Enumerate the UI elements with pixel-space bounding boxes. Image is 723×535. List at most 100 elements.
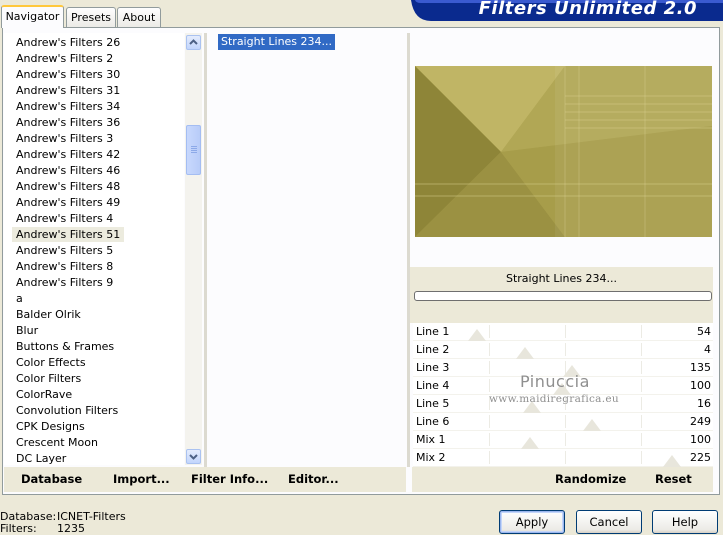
slider-tick bbox=[565, 343, 566, 356]
slider-tick bbox=[641, 379, 642, 392]
parameter-value: 16 bbox=[697, 397, 711, 410]
watermark-url: www.maidiregrafica.eu bbox=[489, 393, 619, 405]
parameter-label: Line 1 bbox=[416, 325, 450, 338]
filter-list-item[interactable]: ColorRave bbox=[12, 387, 76, 402]
parameter-label: Line 5 bbox=[416, 397, 450, 410]
panel-divider bbox=[204, 33, 207, 467]
parameter-value: 54 bbox=[697, 325, 711, 338]
filter-list-item[interactable]: Andrew's Filters 36 bbox=[12, 115, 124, 130]
parameter-slider-line-2[interactable]: Line 2 4 bbox=[413, 341, 713, 359]
banner-title: Filters Unlimited 2.0 bbox=[478, 0, 697, 19]
filter-list-item[interactable]: Balder Olrik bbox=[12, 307, 85, 322]
brand-banner: Filters Unlimited 2.0 bbox=[411, 0, 723, 21]
parameter-label: Line 3 bbox=[416, 361, 450, 374]
filter-list-item[interactable]: Convolution Filters bbox=[12, 403, 122, 418]
cancel-button[interactable]: Cancel bbox=[576, 510, 642, 534]
scroll-up-button[interactable] bbox=[186, 35, 201, 50]
filter-list-item[interactable]: Color Filters bbox=[12, 371, 85, 386]
slider-tick bbox=[641, 397, 642, 410]
parameter-label: Line 6 bbox=[416, 415, 450, 428]
editor-button[interactable]: Editor... bbox=[288, 472, 339, 487]
slider-tick bbox=[641, 343, 642, 356]
apply-button[interactable]: Apply bbox=[499, 510, 565, 534]
filter-list-item[interactable]: Andrew's Filters 26 bbox=[12, 35, 124, 50]
slider-knob[interactable] bbox=[663, 455, 681, 467]
randomize-button[interactable]: Randomize bbox=[555, 472, 626, 487]
filter-list-item[interactable]: Andrew's Filters 31 bbox=[12, 83, 124, 98]
panel-divider bbox=[407, 33, 410, 467]
slider-tick bbox=[565, 433, 566, 446]
filter-list-item[interactable]: Andrew's Filters 42 bbox=[12, 147, 124, 162]
slider-knob[interactable] bbox=[516, 347, 534, 359]
parameter-slider-mix-1[interactable]: Mix 1 100 bbox=[413, 431, 713, 449]
slider-tick bbox=[641, 361, 642, 374]
import-button[interactable]: Import... bbox=[113, 472, 170, 487]
parameter-label: Line 2 bbox=[416, 343, 450, 356]
filter-list-item[interactable]: Andrew's Filters 49 bbox=[12, 195, 124, 210]
parameter-slider-line-1[interactable]: Line 1 54 bbox=[413, 323, 713, 341]
parameter-value: 100 bbox=[690, 379, 711, 392]
parameter-value: 135 bbox=[690, 361, 711, 374]
filter-list-item[interactable]: Andrew's Filters 3 bbox=[12, 131, 117, 146]
parameter-slider-mix-2[interactable]: Mix 2 225 bbox=[413, 449, 713, 467]
parameter-value: 4 bbox=[704, 343, 711, 356]
slider-tick bbox=[641, 451, 642, 464]
slider-tick bbox=[489, 451, 490, 464]
slider-tick bbox=[489, 325, 490, 338]
filter-list-item[interactable]: CPK Designs bbox=[12, 419, 89, 434]
filter-list-item[interactable]: Andrew's Filters 9 bbox=[12, 275, 117, 290]
filter-list-item[interactable]: a bbox=[12, 291, 27, 306]
filter-list-item[interactable]: Andrew's Filters 5 bbox=[12, 243, 117, 258]
slider-tick bbox=[641, 325, 642, 338]
filter-list-item[interactable]: Andrew's Filters 51 bbox=[12, 227, 125, 242]
slider-tick bbox=[489, 361, 490, 374]
filter-list-item[interactable]: DC Layer bbox=[12, 451, 70, 465]
progress-bar bbox=[414, 291, 712, 301]
slider-knob[interactable] bbox=[583, 419, 601, 431]
filter-list-item[interactable]: Andrew's Filters 30 bbox=[12, 67, 124, 82]
tab-navigator[interactable]: Navigator bbox=[1, 5, 64, 28]
reset-button[interactable]: Reset bbox=[655, 472, 692, 487]
filter-list-item[interactable]: Andrew's Filters 48 bbox=[12, 179, 124, 194]
watermark-name: Pinuccia bbox=[520, 372, 590, 391]
parameter-label: Line 4 bbox=[416, 379, 450, 392]
slider-tick bbox=[641, 415, 642, 428]
scroll-down-button[interactable] bbox=[186, 449, 201, 464]
parameter-value: 225 bbox=[690, 451, 711, 464]
slider-tick bbox=[489, 343, 490, 356]
effect-list-item-selected[interactable]: Straight Lines 234... bbox=[218, 34, 336, 50]
filter-list-item[interactable]: Andrew's Filters 46 bbox=[12, 163, 124, 178]
filter-list-item[interactable]: Color Effects bbox=[12, 355, 90, 370]
slider-tick bbox=[489, 415, 490, 428]
filter-list-item[interactable]: Crescent Moon bbox=[12, 435, 102, 450]
database-button[interactable]: Database bbox=[21, 472, 82, 487]
filter-list-item[interactable]: Andrew's Filters 4 bbox=[12, 211, 117, 226]
chevron-up-icon bbox=[189, 39, 198, 45]
filter-info-button[interactable]: Filter Info... bbox=[191, 472, 268, 487]
slider-knob[interactable] bbox=[468, 329, 486, 341]
filter-list-item[interactable]: Blur bbox=[12, 323, 42, 338]
filter-list-scrollbar[interactable] bbox=[185, 33, 202, 465]
tab-about[interactable]: About bbox=[117, 7, 161, 27]
parameter-label: Mix 1 bbox=[416, 433, 446, 446]
slider-tick bbox=[565, 325, 566, 338]
slider-tick bbox=[565, 451, 566, 464]
preview-filter-name: Straight Lines 234... bbox=[505, 272, 617, 285]
filter-list-item[interactable]: Andrew's Filters 8 bbox=[12, 259, 117, 274]
parameter-value: 100 bbox=[690, 433, 711, 446]
parameter-slider-line-6[interactable]: Line 6 249 bbox=[413, 413, 713, 431]
parameter-label: Mix 2 bbox=[416, 451, 446, 464]
filter-list-item[interactable]: Andrew's Filters 34 bbox=[12, 99, 124, 114]
filter-preview bbox=[415, 66, 712, 237]
help-button[interactable]: Help bbox=[652, 510, 718, 534]
status-filters-value: 1235 bbox=[57, 522, 85, 535]
tab-presets[interactable]: Presets bbox=[66, 7, 116, 27]
filter-list-item[interactable]: Buttons & Frames bbox=[12, 339, 118, 354]
filter-list-item[interactable]: Andrew's Filters 2 bbox=[12, 51, 117, 66]
chevron-down-icon bbox=[189, 454, 198, 460]
slider-tick bbox=[565, 415, 566, 428]
slider-knob[interactable] bbox=[521, 437, 539, 449]
scroll-thumb[interactable] bbox=[186, 125, 201, 175]
filter-category-list[interactable]: Andrew's Filters 26 Andrew's Filters 2 And… bbox=[4, 33, 184, 465]
parameter-value: 249 bbox=[690, 415, 711, 428]
